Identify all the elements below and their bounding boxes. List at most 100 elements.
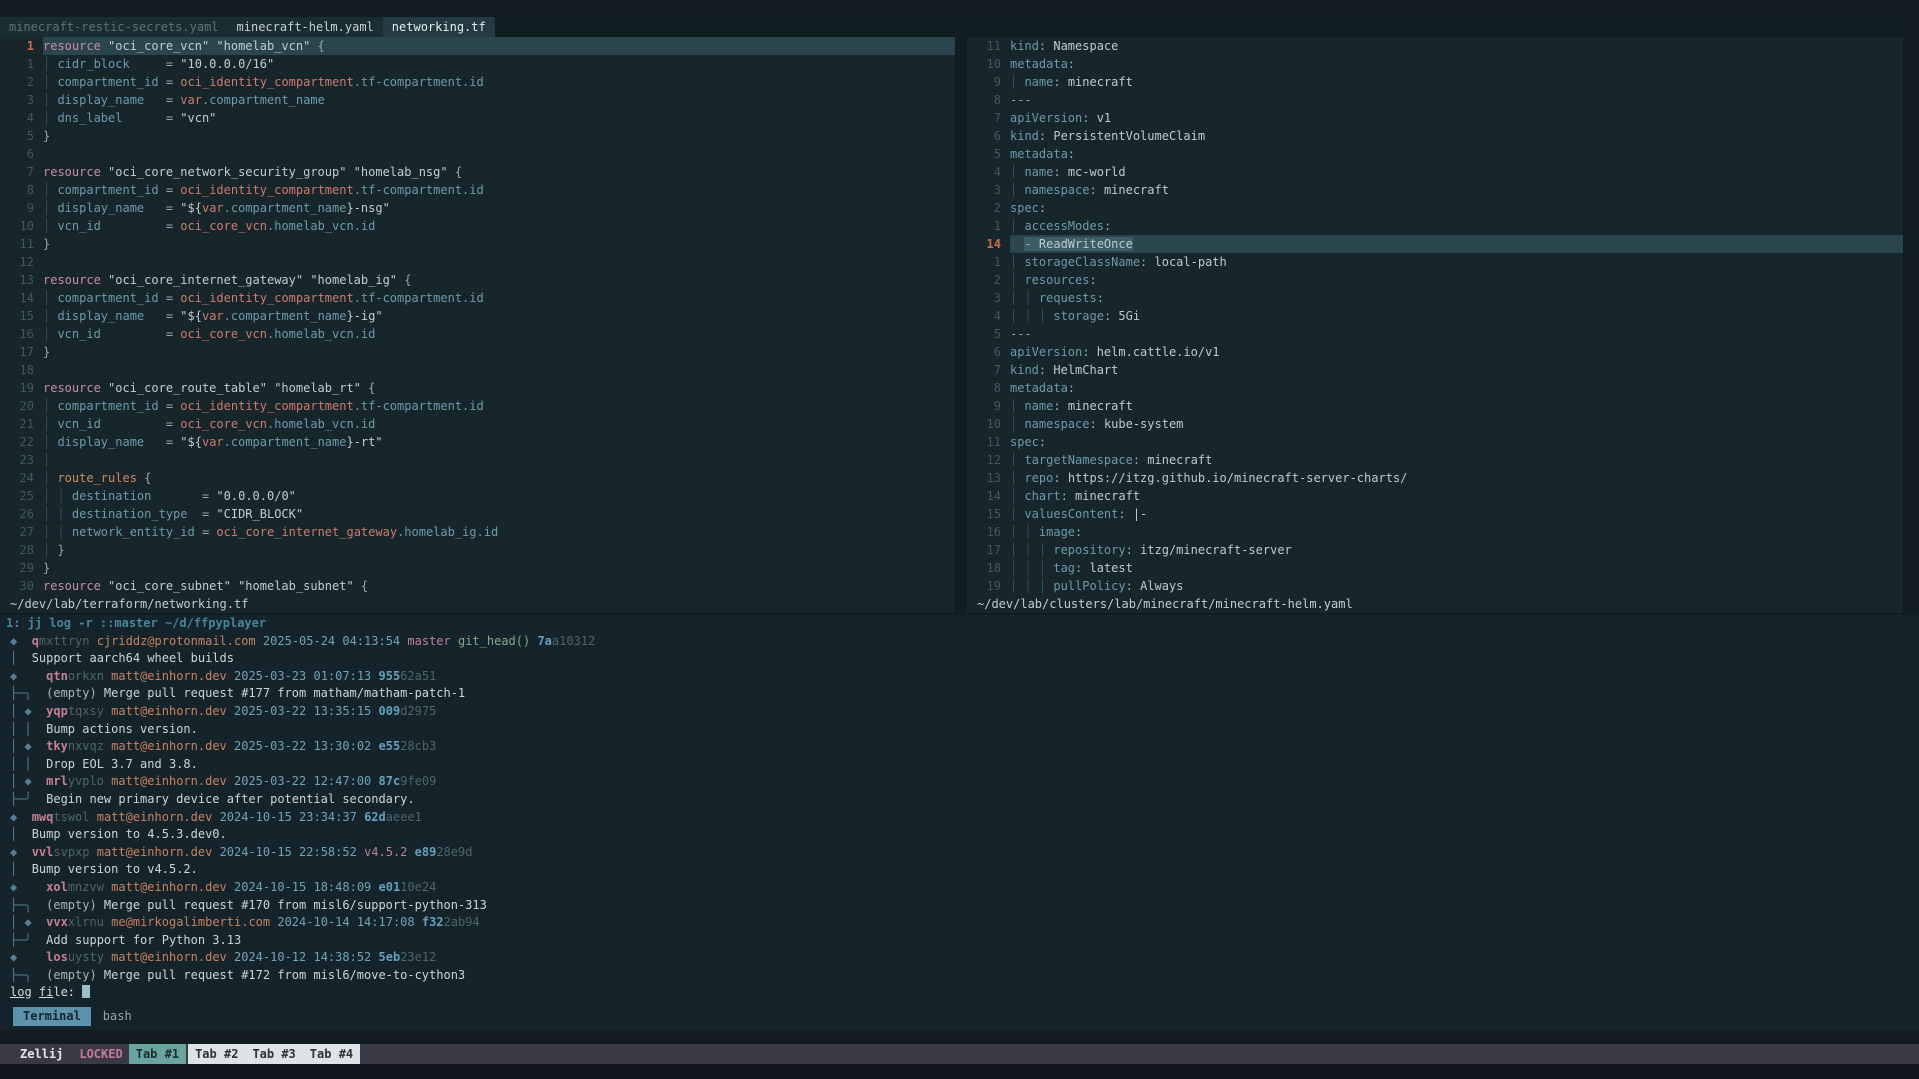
code-line[interactable]: 18│ │ │ tag: latest bbox=[967, 559, 1903, 577]
code-line[interactable]: 2spec: bbox=[967, 199, 1903, 217]
code-line[interactable]: 14│ chart: minecraft bbox=[967, 487, 1903, 505]
code-line[interactable]: 29} bbox=[0, 559, 955, 577]
code-line[interactable]: 16│ vcn_id = oci_core_vcn.homelab_vcn.id bbox=[0, 325, 955, 343]
terminal-tab-active[interactable]: Terminal bbox=[13, 1007, 91, 1026]
code-line-content: │ namespace: minecraft bbox=[1010, 181, 1903, 199]
code-line[interactable]: 7kind: HelmChart bbox=[967, 361, 1903, 379]
code-segment: : bbox=[1089, 417, 1103, 431]
code-line[interactable]: 6apiVersion: helm.cattle.io/v1 bbox=[967, 343, 1903, 361]
code-segment: .homelab_vcn.id bbox=[267, 327, 375, 341]
line-number: 9 bbox=[0, 199, 43, 217]
code-area-terraform[interactable]: 1resource "oci_core_vcn" "homelab_vcn" {… bbox=[0, 37, 955, 595]
code-segment: │ │ bbox=[43, 489, 72, 503]
code-segment: = bbox=[101, 327, 180, 341]
code-line[interactable]: 14│ - ReadWriteOnce bbox=[967, 235, 1903, 253]
code-line[interactable]: 7resource "oci_core_network_security_gro… bbox=[0, 163, 955, 181]
line-number: 8 bbox=[967, 91, 1010, 109]
code-segment: name bbox=[1024, 165, 1053, 179]
code-line[interactable]: 15│ display_name = "${var.compartment_na… bbox=[0, 307, 955, 325]
code-area-yaml[interactable]: 11kind: Namespace10metadata:9│ name: min… bbox=[967, 37, 1903, 595]
code-line[interactable]: 17} bbox=[0, 343, 955, 361]
code-line[interactable]: 13│ repo: https://itzg.github.io/minecra… bbox=[967, 469, 1903, 487]
code-line[interactable]: 9│ display_name = "${var.compartment_nam… bbox=[0, 199, 955, 217]
code-line[interactable]: 8metadata: bbox=[967, 379, 1903, 397]
line-number: 14 bbox=[967, 235, 1010, 253]
terminal-tab-bash[interactable]: bash bbox=[103, 1009, 132, 1023]
code-line[interactable]: 11spec: bbox=[967, 433, 1903, 451]
code-line[interactable]: 1resource "oci_core_vcn" "homelab_vcn" { bbox=[0, 37, 955, 55]
code-line[interactable]: 20│ compartment_id = oci_identity_compar… bbox=[0, 397, 955, 415]
code-line[interactable]: 3│ namespace: minecraft bbox=[967, 181, 1903, 199]
code-line[interactable]: 11kind: Namespace bbox=[967, 37, 1903, 55]
code-line[interactable]: 14│ compartment_id = oci_identity_compar… bbox=[0, 289, 955, 307]
code-segment: uysty bbox=[68, 950, 111, 964]
log-line: ├─╯ Begin new primary device after poten… bbox=[0, 791, 1919, 809]
code-segment: │ │ bbox=[1010, 525, 1039, 539]
code-line[interactable]: 25│ │ destination = "0.0.0.0/0" bbox=[0, 487, 955, 505]
code-line[interactable]: 5} bbox=[0, 127, 955, 145]
code-line[interactable]: 23│ bbox=[0, 451, 955, 469]
code-line[interactable]: 18 bbox=[0, 361, 955, 379]
code-line[interactable]: 19│ │ │ pullPolicy: Always bbox=[967, 577, 1903, 595]
code-line[interactable]: 4│ │ │ storage: 5Gi bbox=[967, 307, 1903, 325]
buffer-tab-networking[interactable]: networking.tf bbox=[383, 17, 495, 37]
zellij-tab-4[interactable]: Tab #4 bbox=[303, 1044, 360, 1064]
zellij-tab-3[interactable]: Tab #3 bbox=[245, 1044, 302, 1064]
code-line[interactable]: 4│ dns_label = "vcn" bbox=[0, 109, 955, 127]
terminal-pane[interactable]: 1: jj log -r ::master ~/d/ffpyplayer ◆ q… bbox=[0, 615, 1919, 1030]
code-segment: PersistentVolumeClaim bbox=[1053, 129, 1205, 143]
code-line[interactable]: 19resource "oci_core_route_table" "homel… bbox=[0, 379, 955, 397]
code-line-content: │ compartment_id = oci_identity_compartm… bbox=[43, 181, 955, 199]
code-line[interactable]: 3│ │ requests: bbox=[967, 289, 1903, 307]
code-line[interactable]: 24│ route_rules { bbox=[0, 469, 955, 487]
code-line[interactable]: 9│ name: minecraft bbox=[967, 397, 1903, 415]
code-line[interactable]: 16│ │ image: bbox=[967, 523, 1903, 541]
code-line[interactable]: 1│ accessModes: bbox=[967, 217, 1903, 235]
code-line[interactable]: 22│ display_name = "${var.compartment_na… bbox=[0, 433, 955, 451]
code-line[interactable]: 21│ vcn_id = oci_core_vcn.homelab_vcn.id bbox=[0, 415, 955, 433]
line-number: 2 bbox=[967, 271, 1010, 289]
code-line[interactable]: 2│ resources: bbox=[967, 271, 1903, 289]
code-line[interactable]: 1│ storageClassName: local-path bbox=[967, 253, 1903, 271]
code-line[interactable]: 10│ vcn_id = oci_core_vcn.homelab_vcn.id bbox=[0, 217, 955, 235]
code-line[interactable]: 10metadata: bbox=[967, 55, 1903, 73]
code-line[interactable]: 12│ targetNamespace: minecraft bbox=[967, 451, 1903, 469]
code-line[interactable]: 5--- bbox=[967, 325, 1903, 343]
code-segment: ├─╮ bbox=[10, 968, 46, 982]
code-line[interactable]: 30resource "oci_core_subnet" "homelab_su… bbox=[0, 577, 955, 595]
code-line[interactable]: 17│ │ │ repository: itzg/minecraft-serve… bbox=[967, 541, 1903, 559]
code-line[interactable]: 8--- bbox=[967, 91, 1903, 109]
zellij-tab-2[interactable]: Tab #2 bbox=[188, 1044, 245, 1064]
code-line[interactable]: 8│ compartment_id = oci_identity_compart… bbox=[0, 181, 955, 199]
code-line[interactable]: 5metadata: bbox=[967, 145, 1903, 163]
editor-pane-terraform[interactable]: minecraft-restic-secrets.yaml minecraft-… bbox=[0, 17, 955, 613]
code-line[interactable]: 6kind: PersistentVolumeClaim bbox=[967, 127, 1903, 145]
code-line[interactable]: 10│ namespace: kube-system bbox=[967, 415, 1903, 433]
code-line[interactable]: 26│ │ destination_type = "CIDR_BLOCK" bbox=[0, 505, 955, 523]
zellij-tab-1[interactable]: Tab #1 bbox=[129, 1044, 186, 1064]
code-segment: 62d bbox=[364, 810, 386, 824]
code-line[interactable]: 1│ cidr_block = "10.0.0.0/16" bbox=[0, 55, 955, 73]
buffer-tab-minecraft-helm[interactable]: minecraft-helm.yaml bbox=[228, 17, 383, 37]
code-segment: "vcn" bbox=[180, 111, 216, 125]
code-segment: 5eb bbox=[379, 950, 401, 964]
code-segment: a10312 bbox=[552, 634, 595, 648]
code-line[interactable]: 6 bbox=[0, 145, 955, 163]
code-line[interactable]: 27│ │ network_entity_id = oci_core_inter… bbox=[0, 523, 955, 541]
editor-pane-yaml[interactable]: 11kind: Namespace10metadata:9│ name: min… bbox=[967, 17, 1903, 613]
buffer-tab-restic-secrets[interactable]: minecraft-restic-secrets.yaml bbox=[0, 17, 228, 37]
code-segment: minecraft bbox=[1104, 183, 1169, 197]
code-line-content: │ │ destination = "0.0.0.0/0" bbox=[43, 487, 955, 505]
code-line[interactable]: 11} bbox=[0, 235, 955, 253]
terminal-prompt[interactable]: log file: bbox=[0, 984, 1919, 1002]
code-line[interactable]: 2│ compartment_id = oci_identity_compart… bbox=[0, 73, 955, 91]
line-number: 2 bbox=[967, 199, 1010, 217]
code-line[interactable]: 4│ name: mc-world bbox=[967, 163, 1903, 181]
code-line[interactable]: 3│ display_name = var.compartment_name bbox=[0, 91, 955, 109]
code-line[interactable]: 9│ name: minecraft bbox=[967, 73, 1903, 91]
code-line[interactable]: 28│ } bbox=[0, 541, 955, 559]
code-line[interactable]: 7apiVersion: v1 bbox=[967, 109, 1903, 127]
code-line[interactable]: 12 bbox=[0, 253, 955, 271]
code-line[interactable]: 15│ valuesContent: |- bbox=[967, 505, 1903, 523]
code-line[interactable]: 13resource "oci_core_internet_gateway" "… bbox=[0, 271, 955, 289]
